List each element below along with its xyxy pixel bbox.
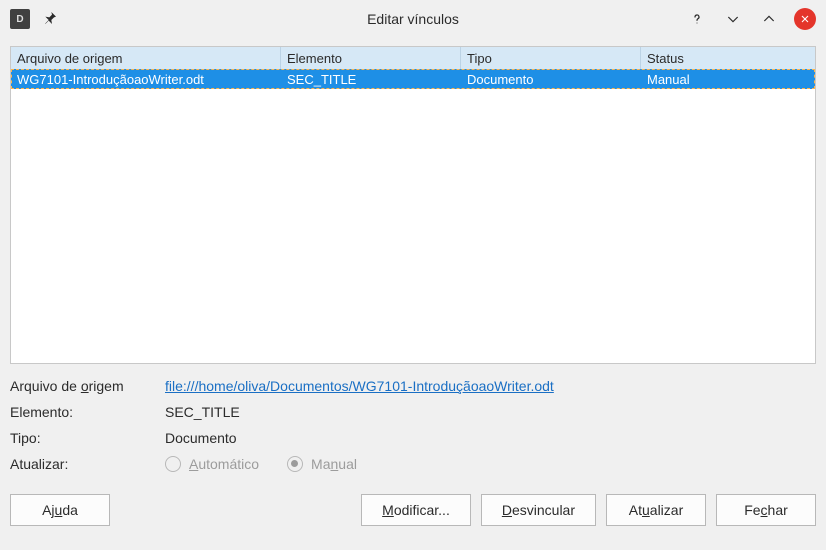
cell-source: WG7101-IntroduçãoaoWriter.odt [11,69,281,89]
modify-button[interactable]: Modificar... [361,494,471,526]
table-row[interactable]: WG7101-IntroduçãoaoWriter.odt SEC_TITLE … [11,69,815,89]
minimize-icon[interactable] [722,8,744,30]
details-panel: Arquivo de origem file:///home/oliva/Doc… [10,378,816,472]
close-icon[interactable] [794,8,816,30]
label-element: Elemento: [10,404,165,420]
cell-element: SEC_TITLE [281,69,461,89]
value-type: Documento [165,430,816,446]
edit-links-dialog: D Editar vínculos Arquivo de origem [0,0,826,550]
titlebar-left: D [10,9,58,29]
table-body: WG7101-IntroduçãoaoWriter.odt SEC_TITLE … [11,69,815,363]
pin-icon[interactable] [42,10,58,29]
help-button[interactable]: Ajuda [10,494,110,526]
value-element: SEC_TITLE [165,404,816,420]
source-file-link[interactable]: file:///home/oliva/Documentos/WG7101-Int… [165,378,554,394]
dialog-content: Arquivo de origem Elemento Tipo Status W… [0,38,826,550]
button-row: Ajuda Modificar... Desvincular Atualizar… [10,494,816,526]
titlebar-right [686,8,816,30]
th-type[interactable]: Tipo [461,47,641,69]
update-radio-group: Automático Manual [165,456,816,472]
radio-manual: Manual [287,456,357,472]
update-button[interactable]: Atualizar [606,494,706,526]
unlink-button[interactable]: Desvincular [481,494,596,526]
radio-manual-input [287,456,303,472]
table-header: Arquivo de origem Elemento Tipo Status [11,47,815,69]
titlebar: D Editar vínculos [0,0,826,38]
label-type: Tipo: [10,430,165,446]
links-table[interactable]: Arquivo de origem Elemento Tipo Status W… [10,46,816,364]
close-button[interactable]: Fechar [716,494,816,526]
button-spacer [120,494,351,526]
cell-status: Manual [641,69,815,89]
cell-type: Documento [461,69,641,89]
value-source-file: file:///home/oliva/Documentos/WG7101-Int… [165,378,816,394]
app-icon: D [10,9,30,29]
radio-automatic: Automático [165,456,259,472]
label-update: Atualizar: [10,456,165,472]
th-source[interactable]: Arquivo de origem [11,47,281,69]
help-icon[interactable] [686,8,708,30]
maximize-icon[interactable] [758,8,780,30]
radio-automatic-input [165,456,181,472]
label-source-file: Arquivo de origem [10,378,165,394]
th-element[interactable]: Elemento [281,47,461,69]
th-status[interactable]: Status [641,47,815,69]
